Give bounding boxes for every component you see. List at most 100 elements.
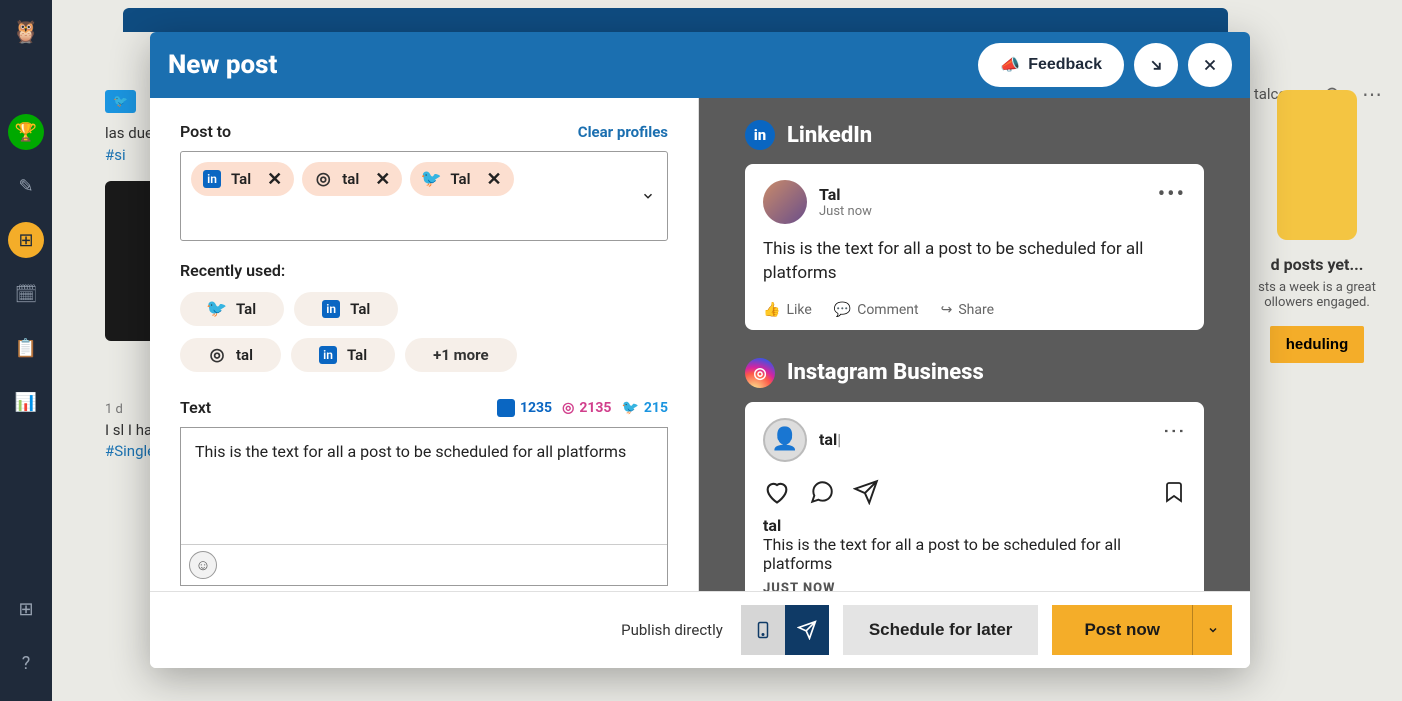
instagram-actions: [763, 478, 1186, 506]
instagram-caption: tal This is the text for all a post to b…: [763, 516, 1186, 573]
emoji-button[interactable]: ☺: [189, 551, 217, 579]
modal-header: New post 📣 Feedback: [150, 32, 1250, 98]
nav-help-icon[interactable]: ?: [8, 645, 44, 681]
preview-pane: in LinkedIn Tal Just now ••• This is the…: [699, 98, 1250, 591]
avatar: [763, 180, 807, 224]
chip-label: Tal: [450, 170, 470, 188]
bookmark-icon[interactable]: [1162, 480, 1186, 504]
post-now-button[interactable]: Post now: [1052, 605, 1192, 655]
counter-instagram: ◎2135: [562, 399, 611, 417]
publish-direct-button[interactable]: [785, 605, 829, 655]
recent-chip-linkedin-2[interactable]: in Tal: [291, 338, 395, 372]
preview-linkedin: in LinkedIn Tal Just now ••• This is the…: [745, 120, 1204, 330]
feedback-label: Feedback: [1028, 56, 1102, 74]
linkedin-icon: in: [319, 346, 337, 364]
compose-pane: Post to Clear profiles in Tal ✕ ◎ tal ✕ …: [150, 98, 699, 591]
post-now-group: Post now: [1052, 605, 1232, 655]
post-textarea[interactable]: [181, 428, 667, 544]
bg-heading: d posts yet...: [1242, 255, 1392, 274]
share-label: Share: [958, 302, 994, 318]
chip-label: Tal: [350, 300, 370, 318]
linkedin-icon: in: [322, 300, 340, 318]
post-now-dropdown[interactable]: [1192, 605, 1232, 655]
linkedin-who: Tal: [819, 185, 872, 204]
like-label: Like: [786, 302, 811, 318]
chip-remove-icon[interactable]: ✕: [267, 169, 282, 190]
feedback-button[interactable]: 📣 Feedback: [978, 43, 1124, 87]
recent-profiles-row2: ◎ tal in Tal +1 more: [180, 338, 668, 372]
linkedin-actions: 👍 Like 💬 Comment ↪ Share: [763, 302, 1186, 318]
instagram-who: tal|: [819, 430, 841, 449]
chip-remove-icon[interactable]: ✕: [375, 169, 390, 190]
recent-profiles: 🐦 Tal in Tal: [180, 292, 668, 326]
send-icon[interactable]: [853, 479, 879, 505]
chip-label: tal: [236, 346, 253, 364]
bg-post1-hashtags: #si: [105, 146, 126, 164]
preview-instagram-title: Instagram Business: [787, 360, 984, 385]
linkedin-icon: in: [745, 120, 775, 150]
chip-label: Tal: [347, 346, 367, 364]
instagram-icon: ◎: [562, 400, 574, 416]
textarea-toolbar: ☺: [181, 544, 667, 585]
recently-used-label: Recently used:: [180, 261, 668, 280]
comment-label: Comment: [857, 302, 918, 318]
instagram-card: 👤 tal| ⋮: [745, 402, 1204, 591]
like-icon: 👍: [763, 302, 780, 318]
comment-icon[interactable]: [809, 479, 835, 505]
cat-illustration: [1277, 90, 1357, 240]
post-to-label: Post to: [180, 122, 231, 141]
nav-clipboard-icon[interactable]: 📋: [8, 330, 44, 366]
heart-icon[interactable]: [763, 478, 791, 506]
recent-chip-instagram[interactable]: ◎ tal: [180, 338, 281, 372]
linkedin-icon: in: [497, 399, 515, 417]
card-menu-icon[interactable]: •••: [1158, 182, 1186, 207]
bg-scheduling-button[interactable]: heduling: [1270, 326, 1365, 363]
nav-compose-icon[interactable]: ✎: [8, 168, 44, 204]
comment-icon: 💬: [834, 302, 851, 318]
clear-profiles-link[interactable]: Clear profiles: [578, 123, 668, 141]
comment-button[interactable]: 💬 Comment: [834, 302, 919, 318]
char-counters: in1235 ◎2135 🐦215: [497, 399, 668, 417]
textarea-wrapper: ☺: [180, 427, 668, 586]
modal-stack-shadow: [123, 8, 1228, 32]
nav-calendar-icon[interactable]: 🗓: [8, 276, 44, 312]
bg-sub: sts a week is a great ollowers engaged.: [1242, 280, 1392, 310]
nav-apps-icon[interactable]: ⊞: [8, 591, 44, 627]
nav-trophy-icon[interactable]: 🏆: [8, 114, 44, 150]
publish-mobile-button[interactable]: [741, 605, 785, 655]
recent-chip-linkedin[interactable]: in Tal: [294, 292, 398, 326]
share-icon: ↪: [941, 302, 953, 318]
profile-chip-instagram: ◎ tal ✕: [302, 162, 402, 196]
close-button[interactable]: [1188, 43, 1232, 87]
bg-right-pane: d posts yet... sts a week is a great oll…: [1232, 70, 1402, 383]
linkedin-body: This is the text for all a post to be sc…: [763, 238, 1186, 286]
nav-analytics-icon[interactable]: 📊: [8, 384, 44, 420]
app-sidebar: 🦉 🏆 ✎ ⊞ 🗓 📋 📊 ⊞ ?: [0, 0, 52, 701]
instagram-icon: ◎: [314, 170, 332, 188]
recent-chip-twitter[interactable]: 🐦 Tal: [180, 292, 284, 326]
recent-more-button[interactable]: +1 more: [405, 338, 516, 372]
counter-value: 215: [644, 400, 668, 416]
megaphone-icon: 📣: [1000, 55, 1020, 75]
modal-title: New post: [168, 50, 968, 80]
minimize-button[interactable]: [1134, 43, 1178, 87]
schedule-later-button[interactable]: Schedule for later: [843, 605, 1039, 655]
chevron-down-icon[interactable]: [641, 189, 655, 203]
card-menu-icon[interactable]: ⋮: [1161, 420, 1186, 444]
owl-logo-icon[interactable]: 🦉: [8, 14, 44, 50]
twitter-icon: 🐦: [105, 90, 136, 113]
modal-footer: Publish directly Schedule for later Post…: [150, 591, 1250, 668]
twitter-icon: 🐦: [621, 400, 638, 416]
linkedin-card: Tal Just now ••• This is the text for al…: [745, 164, 1204, 330]
profile-select[interactable]: in Tal ✕ ◎ tal ✕ 🐦 Tal ✕: [180, 151, 668, 241]
twitter-icon: 🐦: [208, 300, 226, 318]
nav-streams-icon[interactable]: ⊞: [8, 222, 44, 258]
chip-remove-icon[interactable]: ✕: [486, 169, 501, 190]
caption-user: tal: [763, 516, 1186, 535]
share-button[interactable]: ↪ Share: [941, 302, 994, 318]
counter-twitter: 🐦 215: [621, 399, 668, 417]
twitter-icon: 🐦: [422, 170, 440, 188]
like-button[interactable]: 👍 Like: [763, 302, 812, 318]
publish-mode-toggle: [741, 605, 829, 655]
preview-instagram: ◎ Instagram Business 👤 tal| ⋮: [745, 358, 1204, 591]
